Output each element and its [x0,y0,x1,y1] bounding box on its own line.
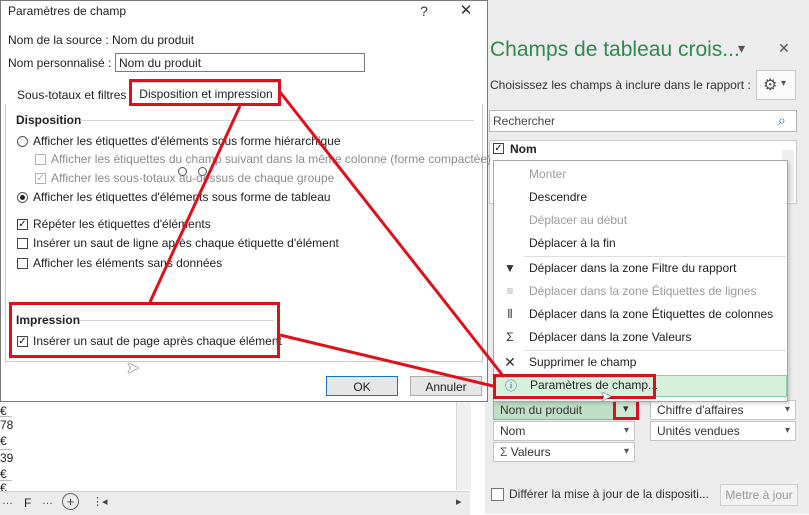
help-icon[interactable]: ? [414,1,434,21]
source-name-value: Nom du produit [112,33,195,47]
pane-tools-button[interactable]: ⚙ ▾ [756,70,796,100]
sheet-tab-bar: … F … + ⋮ ◂ ▸ [0,491,470,515]
compact-form-checkbox[interactable] [35,154,46,165]
chevron-down-icon[interactable]: ▾ [785,401,790,419]
repeat-labels-checkbox[interactable]: ✓ [17,219,28,230]
chevron-down-icon[interactable]: ▾ [624,443,629,461]
pane-choose-label: Choisissez les champs à inclure dans le … [490,78,751,92]
section-divider [80,120,474,121]
sheet-tab[interactable]: F [24,496,31,510]
cell-value: € [0,434,7,448]
tabular-form-radio[interactable] [17,192,28,203]
tabular-form-label: Afficher les étiquettes d'éléments sous … [33,190,331,204]
zone-item-label: Unités vendues [657,424,740,438]
decorative-circle-icon [178,167,187,176]
close-icon[interactable]: ✕ [455,1,477,21]
show-no-data-checkbox[interactable] [17,258,28,269]
outline-form-radio[interactable] [17,136,28,147]
field-settings-highlight [493,374,656,399]
search-input[interactable] [490,111,763,131]
menu-item-move-to-filter[interactable]: ▼ Déplacer dans la zone Filtre du rappor… [494,257,787,279]
subtotals-top-label: Afficher les sous-totaux au-dessus de ch… [51,171,335,185]
scroll-left-icon[interactable]: ◂ [102,495,108,508]
filter-icon: ▼ [504,261,516,275]
sigma-icon: Σ [506,330,514,344]
compact-form-label: Afficher les étiquettes du champ suivant… [51,152,492,166]
columns-icon: ⦀ [507,307,513,321]
blank-line-checkbox[interactable] [17,238,28,249]
menu-item-move-to-end[interactable]: Déplacer à la fin [494,232,787,254]
mouse-cursor-icon: ➤ [126,360,140,377]
field-search-box[interactable]: ⌕ [489,110,797,132]
pane-close-icon[interactable]: ✕ [778,40,790,57]
outline-form-label: Afficher les étiquettes d'éléments sous … [33,134,341,148]
add-sheet-icon[interactable]: + [62,493,79,510]
sheet-scroll-left-icon[interactable]: … [2,495,13,507]
rows-icon: ≡ [506,284,514,298]
tab-subtotals-filters[interactable]: Sous-totaux et filtres [17,88,126,102]
dialog-title: Paramètres de champ [8,4,127,18]
pane-title: Champs de tableau crois... [490,38,740,61]
defer-update-checkbox[interactable] [491,488,504,501]
cell-gridline [0,416,12,417]
update-button[interactable]: Mettre à jour [720,484,798,506]
rows-zone-item[interactable]: Nom ▾ [493,421,635,441]
values-zone-item[interactable]: Unités vendues ▾ [650,421,796,441]
values-zone-item[interactable]: Chiffre d'affaires ▾ [650,400,796,420]
zone-item-label: Nom du produit [500,403,583,417]
defer-update-label: Différer la mise à jour de la dispositi.… [509,487,709,501]
cell-value: 78 [0,418,14,432]
custom-name-label: Nom personnalisé : [8,56,112,70]
menu-item-remove-field[interactable]: ✕ Supprimer le champ [494,351,787,373]
menu-item-move-to-values[interactable]: Σ Déplacer dans la zone Valeurs [494,326,787,348]
sheet-tab-more-icon[interactable]: … [42,495,53,507]
field-context-menu: Monter Descendre Déplacer au début Dépla… [493,160,788,402]
cell-gridline [0,449,12,450]
chevron-down-icon[interactable]: ▾ [624,422,629,440]
layout-tab-highlight [129,79,281,106]
decorative-circle-icon [198,167,207,176]
ok-button[interactable]: OK [326,376,398,396]
show-no-data-label: Afficher les éléments sans données [33,256,223,270]
cell-value: € [0,467,7,481]
repeat-labels-label: Répéter les étiquettes d'éléments [33,217,211,231]
scroll-right-icon[interactable]: ▸ [456,495,462,508]
zone-item-label: Valeurs [510,445,551,459]
remove-x-icon: ✕ [504,354,516,370]
menu-item-move-to-columns[interactable]: ⦀ Déplacer dans la zone Étiquettes de co… [494,303,787,325]
subtotals-top-checkbox[interactable]: ✓ [35,173,46,184]
menu-item-move-to-rows[interactable]: ≡ Déplacer dans la zone Étiquettes de li… [494,280,787,302]
blank-line-label: Insérer un saut de ligne après chaque ét… [33,236,339,250]
source-name-label: Nom de la source : [8,33,109,47]
vertical-scrollbar[interactable] [456,400,471,490]
chevron-down-icon: ▾ [781,78,787,89]
cancel-button[interactable]: Annuler [410,376,482,396]
search-icon[interactable]: ⌕ [778,112,786,129]
layout-section-title: Disposition [16,113,82,127]
cell-value: 39 [0,451,14,465]
mouse-cursor-icon: ➤ [600,388,612,404]
gear-icon: ⚙ [763,77,778,94]
rows-zone-item[interactable]: Σ Valeurs ▾ [493,442,635,462]
field-checkbox[interactable]: ✓ [493,143,504,154]
pane-options-chevron-icon[interactable]: ▾ [738,40,745,57]
chevron-down-icon[interactable]: ▾ [785,422,790,440]
print-section-highlight [9,302,280,358]
menu-item-move-to-start[interactable]: Déplacer au début [494,209,787,231]
zone-item-label: Nom [500,424,526,438]
custom-name-field[interactable] [115,53,365,72]
zone-item-label: Chiffre d'affaires [657,403,744,417]
menu-item-move-up[interactable]: Monter [494,163,787,185]
menu-item-move-down[interactable]: Descendre [494,186,787,208]
cell-gridline [0,480,12,481]
sigma-icon: Σ [500,445,508,459]
chevron-down-icon[interactable]: ▾ [623,402,629,415]
field-name: Nom [510,142,537,156]
